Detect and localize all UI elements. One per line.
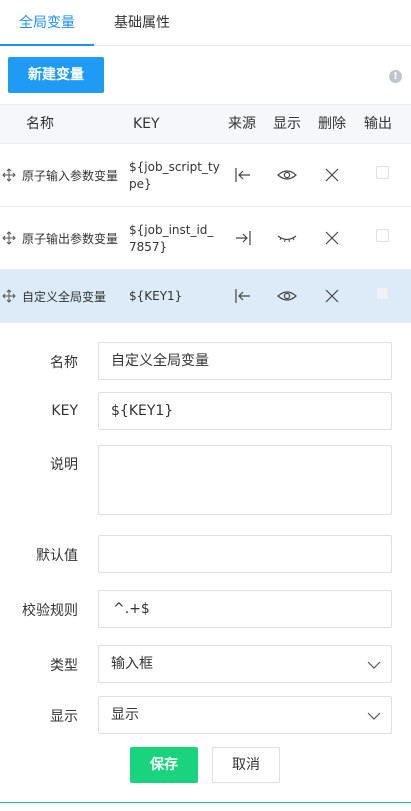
drag-handle-icon[interactable] (2, 168, 16, 182)
chevron-down-icon (367, 712, 381, 720)
column-header-display: 显示 (273, 116, 301, 132)
display-select-value: 显示 (111, 707, 139, 723)
new-variable-button[interactable]: 新建变量 (8, 57, 104, 93)
eye-closed-icon[interactable] (277, 228, 297, 248)
table-header: 名称 KEY 来源 显示 删除 输出 (0, 104, 411, 144)
default-value-label: 默认值 (36, 548, 78, 564)
table-row-selected[interactable]: 自定义全局变量 ${KEY1} (0, 270, 411, 323)
column-header-delete: 删除 (318, 116, 346, 132)
cancel-button[interactable]: 取消 (212, 747, 280, 783)
type-label: 类型 (50, 658, 78, 674)
delete-icon[interactable] (322, 228, 342, 248)
validation-rule-label: 校验规则 (22, 603, 78, 619)
name-input[interactable]: 自定义全局变量 (98, 342, 392, 380)
description-label: 说明 (50, 457, 78, 473)
delete-icon[interactable] (322, 286, 342, 306)
description-textarea[interactable] (98, 445, 392, 515)
table-row[interactable]: 原子输出参数变量 ${job_inst_id_7857} (0, 207, 411, 270)
export-icon (236, 231, 251, 245)
variable-key: ${job_script_type} (129, 160, 220, 191)
type-select-value: 输入框 (111, 656, 153, 672)
info-circle-icon[interactable]: ! (389, 70, 402, 83)
drag-handle-icon[interactable] (2, 231, 16, 245)
tab-basic-properties[interactable]: 基础属性 (114, 0, 170, 46)
delete-icon[interactable] (322, 165, 342, 185)
tab-active-indicator (0, 44, 94, 46)
variable-name: 原子输出参数变量 (22, 232, 119, 246)
variable-key: ${KEY1} (129, 289, 183, 303)
bottom-divider (0, 802, 411, 803)
eye-open-icon[interactable] (277, 165, 297, 185)
variable-name: 原子输入参数变量 (22, 169, 119, 183)
tab-bar: 全局变量 基础属性 (0, 0, 411, 46)
validation-rule-input[interactable]: ^.+$ (98, 590, 392, 628)
output-checkbox[interactable] (376, 166, 389, 179)
chevron-down-icon (367, 661, 381, 669)
column-header-output: 输出 (364, 116, 392, 132)
column-header-name: 名称 (26, 116, 54, 132)
save-button[interactable]: 保存 (130, 747, 198, 783)
variable-name: 自定义全局变量 (22, 290, 107, 304)
tab-global-variables[interactable]: 全局变量 (19, 0, 75, 46)
output-checkbox (376, 287, 389, 300)
import-icon (235, 289, 250, 303)
default-value-input[interactable] (98, 535, 392, 573)
table-row[interactable]: 原子输入参数变量 ${job_script_type} (0, 144, 411, 207)
column-header-key: KEY (133, 116, 160, 132)
column-header-source: 来源 (228, 116, 256, 132)
drag-handle-icon[interactable] (2, 289, 16, 303)
key-label: KEY (51, 403, 78, 419)
eye-open-icon[interactable] (277, 286, 297, 306)
output-checkbox[interactable] (376, 229, 389, 242)
key-input[interactable]: ${KEY1} (98, 392, 392, 430)
variable-key: ${job_inst_id_7857} (129, 223, 214, 254)
import-icon (235, 168, 250, 182)
name-label: 名称 (50, 355, 78, 371)
display-select[interactable]: 显示 (98, 696, 392, 734)
type-select[interactable]: 输入框 (98, 645, 392, 683)
display-label: 显示 (50, 709, 78, 725)
